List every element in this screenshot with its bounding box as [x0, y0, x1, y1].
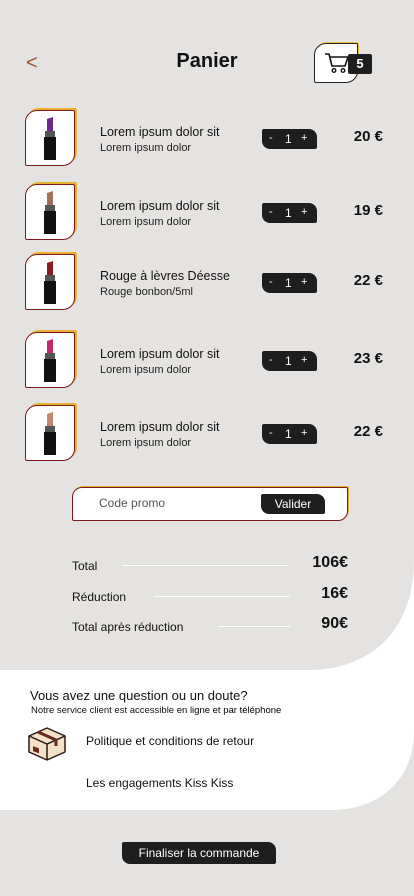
support-subtitle-highlight: en ligne et par téléphone	[176, 705, 282, 716]
increase-button[interactable]: +	[301, 354, 307, 366]
cart-item: Lorem ipsum dolor sit Lorem ipsum dolor …	[0, 110, 414, 166]
product-price: 23 €	[353, 350, 383, 367]
cart-icon	[325, 53, 349, 74]
support-title: Vous avez une question ou un doute?	[30, 688, 248, 703]
divider	[122, 565, 288, 566]
increase-button[interactable]: +	[301, 276, 307, 288]
decrease-button[interactable]: -	[269, 427, 273, 439]
product-price: 20 €	[353, 128, 383, 145]
quantity-stepper: - 1 +	[262, 424, 317, 444]
increase-button[interactable]: +	[301, 132, 307, 144]
cart-item: Lorem ipsum dolor sit Lorem ipsum dolor …	[0, 184, 414, 240]
quantity-value: 1	[285, 276, 292, 290]
promo-code-box: Valider	[72, 487, 348, 521]
final-total-value: 90€	[321, 615, 348, 632]
lipstick-icon	[44, 117, 56, 160]
product-thumbnail[interactable]	[25, 254, 75, 310]
quantity-stepper: - 1 +	[262, 351, 317, 371]
product-name: Lorem ipsum dolor sit	[100, 199, 220, 213]
decrease-button[interactable]: -	[269, 276, 273, 288]
product-name: Rouge à lèvres Déesse	[100, 269, 230, 283]
cart-count-badge: 5	[348, 54, 372, 74]
lipstick-icon	[44, 191, 56, 234]
discount-value: 16€	[321, 585, 348, 602]
final-total-label: Total après réduction	[72, 620, 184, 634]
validate-promo-button[interactable]: Valider	[261, 494, 325, 514]
lipstick-icon	[44, 339, 56, 382]
promo-code-input[interactable]	[99, 496, 249, 510]
support-subtitle: Notre service client est accessible en l…	[31, 705, 281, 716]
decrease-button[interactable]: -	[269, 206, 273, 218]
product-name: Lorem ipsum dolor sit	[100, 125, 220, 139]
quantity-stepper: - 1 +	[262, 129, 317, 149]
quantity-stepper: - 1 +	[262, 203, 317, 223]
quantity-value: 1	[285, 354, 292, 368]
cart-item: Rouge à lèvres Déesse Rouge bonbon/5ml -…	[0, 254, 414, 310]
checkout-button[interactable]: Finaliser la commande	[122, 842, 276, 864]
final-total-row: Total après réduction 90€	[72, 613, 352, 637]
returns-policy-link[interactable]: Politique et conditions de retour	[86, 734, 254, 748]
package-box-icon	[28, 727, 66, 761]
cart-item: Lorem ipsum dolor sit Lorem ipsum dolor …	[0, 332, 414, 388]
product-price: 22 €	[353, 272, 383, 289]
total-value: 106€	[312, 554, 348, 571]
support-subtitle-text: Notre service client est accessible	[31, 705, 177, 716]
lipstick-icon	[44, 412, 56, 455]
total-row: Total 106€	[72, 552, 352, 576]
product-subtitle: Lorem ipsum dolor	[100, 437, 192, 449]
product-name: Lorem ipsum dolor sit	[100, 347, 220, 361]
product-subtitle: Lorem ipsum dolor	[100, 142, 192, 154]
decrease-button[interactable]: -	[269, 132, 273, 144]
quantity-stepper: - 1 +	[262, 273, 317, 293]
product-subtitle: Rouge bonbon/5ml	[100, 286, 193, 298]
product-price: 22 €	[353, 423, 383, 440]
product-thumbnail[interactable]	[25, 110, 75, 166]
commitments-link[interactable]: Les engagements Kiss Kiss	[86, 776, 233, 790]
product-subtitle: Lorem ipsum dolor	[100, 364, 192, 376]
cart-item: Lorem ipsum dolor sit Lorem ipsum dolor …	[0, 405, 414, 461]
decrease-button[interactable]: -	[269, 354, 273, 366]
product-name: Lorem ipsum dolor sit	[100, 420, 220, 434]
lipstick-icon	[44, 261, 56, 304]
increase-button[interactable]: +	[301, 206, 307, 218]
quantity-value: 1	[285, 427, 292, 441]
divider	[154, 596, 290, 597]
divider	[218, 626, 290, 627]
product-thumbnail[interactable]	[25, 332, 75, 388]
product-thumbnail[interactable]	[25, 184, 75, 240]
quantity-value: 1	[285, 132, 292, 146]
product-thumbnail[interactable]	[25, 405, 75, 461]
total-label: Total	[72, 559, 98, 573]
increase-button[interactable]: +	[301, 427, 307, 439]
discount-label: Réduction	[72, 590, 127, 604]
discount-row: Réduction 16€	[72, 583, 352, 607]
product-subtitle: Lorem ipsum dolor	[100, 216, 192, 228]
quantity-value: 1	[285, 206, 292, 220]
product-price: 19 €	[353, 202, 383, 219]
